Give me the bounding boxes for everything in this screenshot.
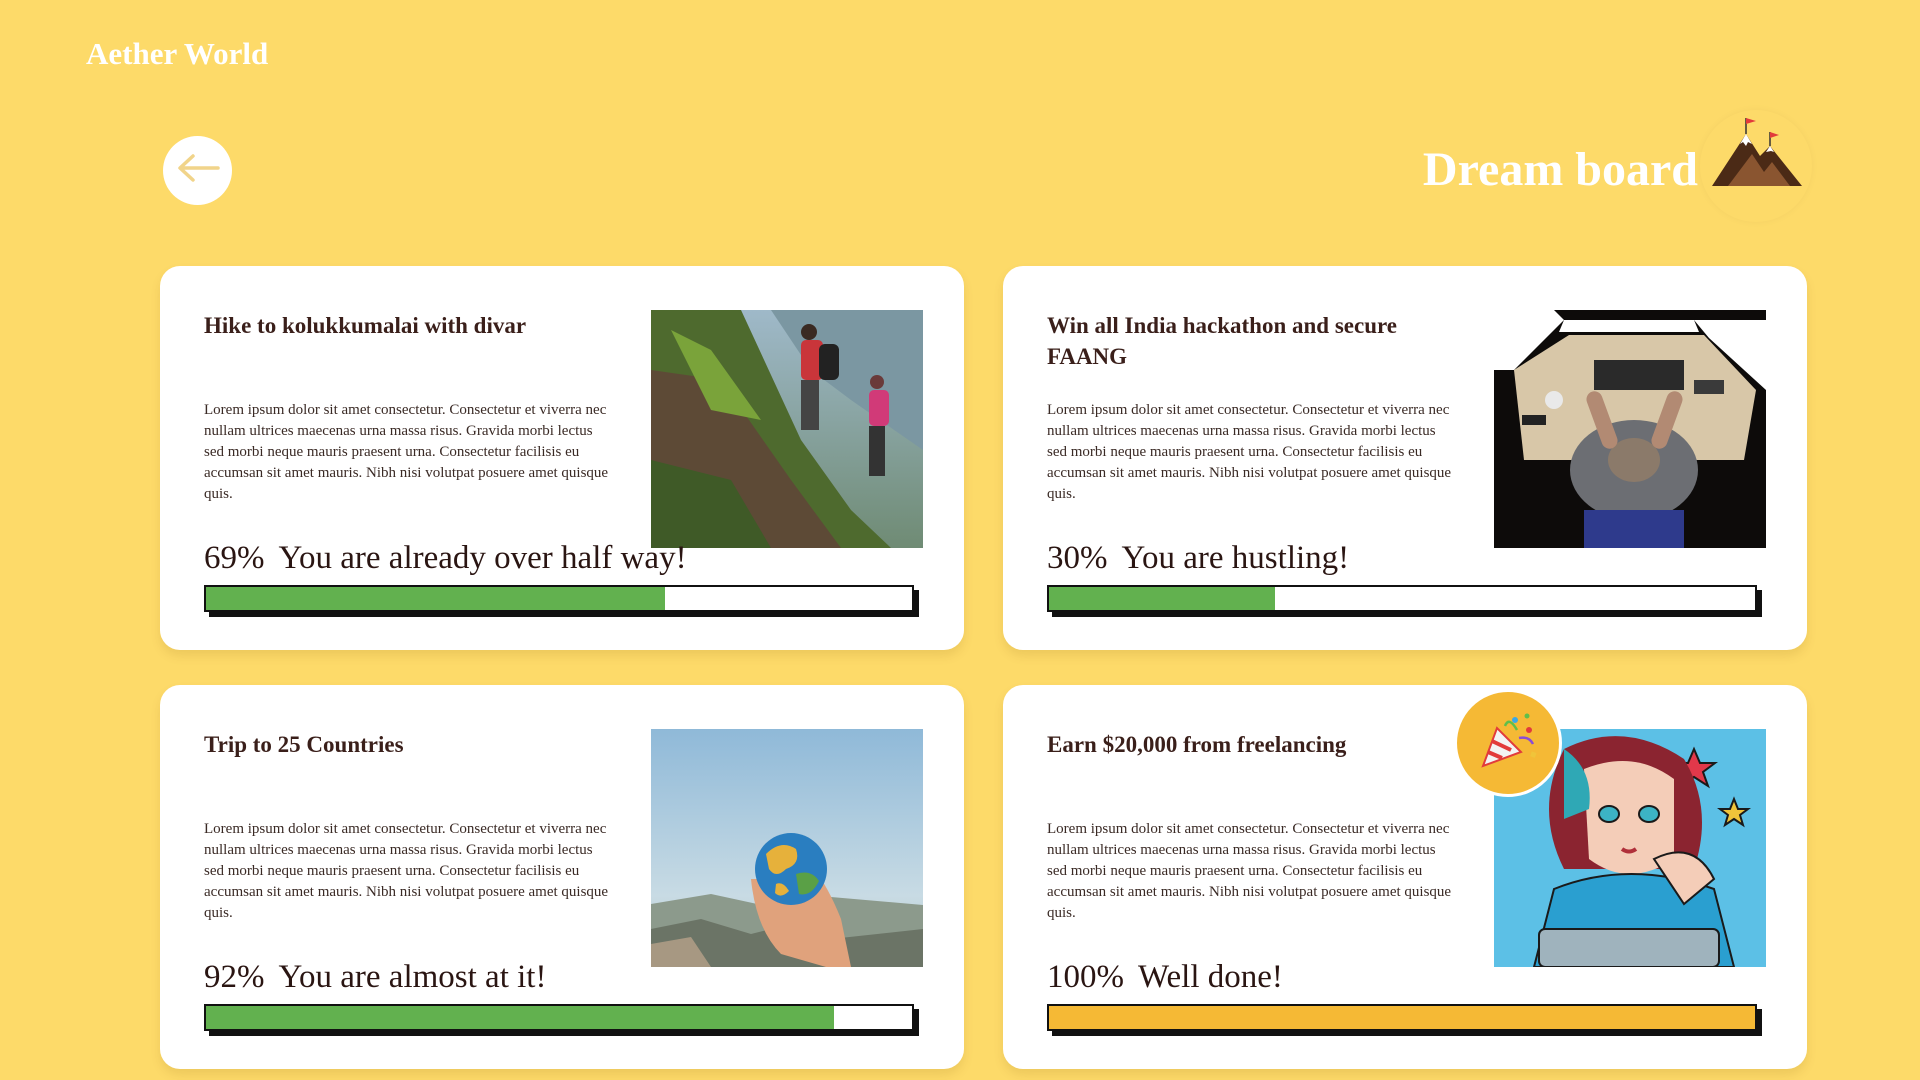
progress-bar-fill [1049,1006,1755,1029]
goal-card-hike[interactable]: Hike to kolukkumalai with divar Lorem ip… [160,266,964,650]
goal-card-trip[interactable]: Trip to 25 Countries Lorem ipsum dolor s… [160,685,964,1069]
hikers-on-mountain-photo [651,310,923,548]
progress-bar-fill [1049,587,1275,610]
progress-bar-fill [206,1006,835,1029]
progress-percent: 92% [204,959,265,995]
person-at-desk-photo [1494,310,1766,548]
page-title: Dream board [1422,143,1698,196]
progress-bar [204,585,914,612]
progress-bar [1047,585,1757,612]
progress-message: You are hustling! [1121,540,1350,576]
hand-holding-globe-photo [651,729,923,967]
progress-percent: 69% [204,540,265,576]
progress-bar [1047,1004,1757,1031]
progress-status: 100% Well done! [1047,959,1283,996]
goal-title: Earn $20,000 from freelancing [1047,732,1347,757]
progress-status: 92% You are almost at it! [204,959,546,996]
progress-percent: 30% [1047,540,1108,576]
goal-title: Trip to 25 Countries [204,732,404,757]
progress-bar [204,1004,914,1031]
back-button[interactable] [163,136,232,205]
goal-description: Lorem ipsum dolor sit amet consectetur. … [204,402,609,502]
mountain-flags-icon [1700,110,1812,222]
goal-card-hackathon[interactable]: Win all India hackathon and secure FAANG… [1003,266,1807,650]
goal-title: Hike to kolukkumalai with divar [204,313,527,338]
progress-message: You are almost at it! [278,959,547,995]
party-popper-icon [1475,708,1541,779]
progress-status: 69% You are already over half way! [204,540,687,577]
goal-card-freelancing[interactable]: Earn $20,000 from freelancing Lorem ipsu… [1003,685,1807,1069]
arrow-left-icon [176,153,220,188]
goal-title: Win all India hackathon and secure FAANG [1047,313,1397,369]
progress-message: You are already over half way! [278,540,687,576]
goal-description: Lorem ipsum dolor sit amet consectetur. … [204,821,609,921]
brand-logo[interactable]: Aether World [86,36,268,72]
goal-description: Lorem ipsum dolor sit amet consectetur. … [1047,402,1452,502]
progress-message: Well done! [1138,959,1283,995]
progress-status: 30% You are hustling! [1047,540,1349,577]
progress-percent: 100% [1047,959,1124,995]
goal-description: Lorem ipsum dolor sit amet consectetur. … [1047,821,1452,921]
progress-bar-fill [206,587,665,610]
celebration-badge [1454,689,1562,797]
